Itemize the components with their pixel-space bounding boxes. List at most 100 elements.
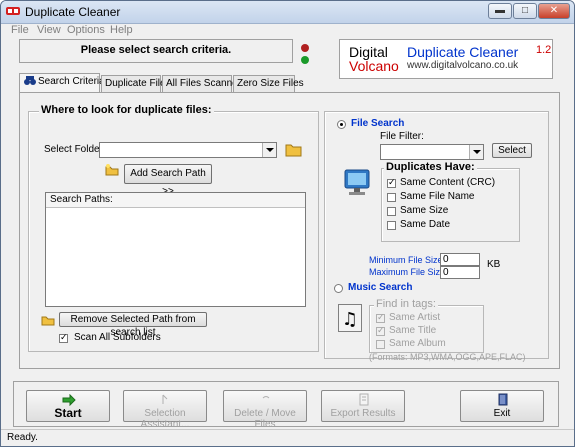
status-leds-icon: [301, 44, 309, 64]
same-artist-checkbox[interactable]: [376, 312, 385, 323]
same-date-checkbox[interactable]: [387, 221, 396, 230]
find-in-tags-group: Find in tags: Same Artist Same Title Sam…: [369, 298, 484, 353]
logo-volcano: Volcano: [349, 58, 399, 74]
delete-move-button[interactable]: Delete / Move Files: [223, 390, 307, 430]
menu-options[interactable]: Options: [67, 24, 105, 36]
start-button[interactable]: Start: [26, 390, 110, 422]
same-artist-label: Same Artist: [389, 312, 441, 323]
min-size-input[interactable]: 0: [440, 253, 480, 266]
tab-label: All Files Scanned: [166, 78, 244, 89]
remove-path-button[interactable]: Remove Selected Path from search list: [59, 312, 207, 338]
tab-label: Zero Size Files: [237, 78, 304, 89]
main-window: Duplicate Cleaner ▬ □ ✕ File View Option…: [0, 0, 575, 447]
tab-zero-size-files[interactable]: Zero Size Files: [233, 75, 304, 92]
file-search-label: File Search: [351, 118, 405, 129]
folder-remove-icon: [41, 316, 55, 326]
scan-subfolders-checkbox[interactable]: [59, 332, 68, 343]
tab-all-files-scanned[interactable]: All Files Scanned: [162, 75, 243, 92]
arrow-right-icon: [62, 394, 76, 406]
find-in-tags-title: Find in tags:: [374, 298, 438, 310]
file-filter-label: File Filter:: [380, 131, 424, 142]
size-unit-label: KB: [487, 259, 501, 270]
close-icon: ✕: [549, 5, 559, 16]
formats-note: (Formats: MP3,WMA,OGG,APE,FLAC): [369, 352, 526, 362]
where-to-look-title: Where to look for duplicate files:: [39, 104, 214, 116]
duplicates-have-title: Duplicates Have:: [384, 161, 477, 173]
chevron-down-icon[interactable]: [469, 145, 483, 159]
export-results-label: Export Results: [330, 408, 396, 419]
logo: Digital Volcano Duplicate Cleaner 1.2 ww…: [339, 39, 553, 79]
file-search-radio[interactable]: [337, 120, 346, 129]
search-paths-list[interactable]: Search Paths:: [45, 192, 306, 307]
instruction-text: Please select search criteria.: [80, 44, 232, 56]
minimize-button[interactable]: ▬: [488, 3, 512, 19]
maximize-button[interactable]: □: [513, 3, 537, 19]
same-file-name-label: Same File Name: [400, 191, 475, 202]
max-size-input[interactable]: 0: [440, 266, 480, 279]
delete-move-label: Delete / Move Files: [234, 408, 296, 430]
scan-subfolders-label: Scan All Subfolders: [74, 332, 161, 343]
select-folder-label: Select Folder:: [44, 144, 106, 155]
exit-button[interactable]: Exit: [460, 390, 544, 422]
music-search-label: Music Search: [348, 282, 413, 293]
same-date-label: Same Date: [400, 219, 451, 230]
binoculars-icon: [24, 76, 36, 86]
menu-help[interactable]: Help: [110, 24, 133, 36]
minimize-icon: ▬: [495, 5, 505, 16]
selection-assistant-button[interactable]: Selection Assistant...: [123, 390, 207, 430]
same-content-label: Same Content (CRC): [400, 177, 496, 188]
search-paths-header: Search Paths:: [46, 193, 305, 208]
tab-label: Duplicate Files: [105, 78, 171, 89]
logo-version: 1.2: [536, 44, 552, 56]
status-text: Ready.: [7, 432, 38, 443]
same-title-checkbox[interactable]: [376, 325, 385, 336]
computer-icon: [344, 169, 370, 195]
max-size-label: Maximum File Size: [369, 267, 446, 277]
min-size-label: Minimum File Size: [369, 255, 443, 265]
where-to-look-group: Where to look for duplicate files: Selec…: [28, 104, 319, 352]
open-folder-icon[interactable]: [285, 142, 303, 158]
add-search-path-button[interactable]: Add Search Path >>: [124, 164, 212, 197]
exit-door-icon: [498, 393, 508, 406]
maximize-icon: □: [521, 5, 529, 16]
selection-assistant-label: Selection Assistant...: [140, 408, 190, 430]
same-size-checkbox[interactable]: [387, 207, 396, 216]
search-type-group: File Search File Filter: Select Duplicat…: [324, 111, 549, 362]
tab-duplicate-files[interactable]: Duplicate Files: [101, 75, 171, 92]
close-button[interactable]: ✕: [538, 3, 570, 19]
file-filter-combo[interactable]: [380, 144, 484, 160]
select-filter-label: Select: [498, 145, 526, 156]
select-folder-combo[interactable]: [99, 142, 277, 158]
search-criteria-panel: Where to look for duplicate files: Selec…: [19, 92, 560, 369]
logo-url: www.digitalvolcano.co.uk: [407, 60, 519, 71]
cursor-icon: [162, 394, 168, 404]
chevron-down-icon[interactable]: [262, 143, 276, 157]
instruction-panel: Please select search criteria.: [19, 39, 293, 63]
exit-label: Exit: [493, 408, 511, 419]
same-title-label: Same Title: [389, 325, 437, 336]
same-file-name-checkbox[interactable]: [387, 193, 396, 202]
app-icon: [6, 7, 20, 15]
window-title: Duplicate Cleaner: [25, 5, 121, 19]
same-album-checkbox[interactable]: [376, 340, 385, 349]
export-results-button[interactable]: Export Results: [321, 390, 405, 422]
export-icon: [359, 393, 369, 406]
delete-icon: [262, 396, 270, 399]
menu-bar: File View Options Help: [1, 24, 574, 38]
music-note-icon: ♫: [338, 304, 362, 332]
logo-title: Duplicate Cleaner: [407, 44, 519, 60]
same-size-label: Same Size: [400, 205, 449, 216]
tab-label: Search Criteria: [38, 76, 105, 87]
tab-search-criteria[interactable]: Search Criteria: [19, 73, 105, 92]
same-album-label: Same Album: [389, 338, 446, 349]
menu-file[interactable]: File: [11, 24, 29, 36]
same-content-checkbox[interactable]: [387, 177, 396, 188]
select-filter-button[interactable]: Select: [492, 143, 532, 158]
status-bar: Ready.: [1, 429, 574, 446]
svg-text:♫: ♫: [342, 309, 358, 330]
new-folder-icon: [105, 164, 119, 176]
duplicates-have-group: Duplicates Have: Same Content (CRC) Same…: [381, 161, 520, 242]
menu-view[interactable]: View: [37, 24, 61, 36]
music-search-radio[interactable]: [334, 284, 343, 293]
title-bar: Duplicate Cleaner ▬ □ ✕: [1, 1, 574, 24]
